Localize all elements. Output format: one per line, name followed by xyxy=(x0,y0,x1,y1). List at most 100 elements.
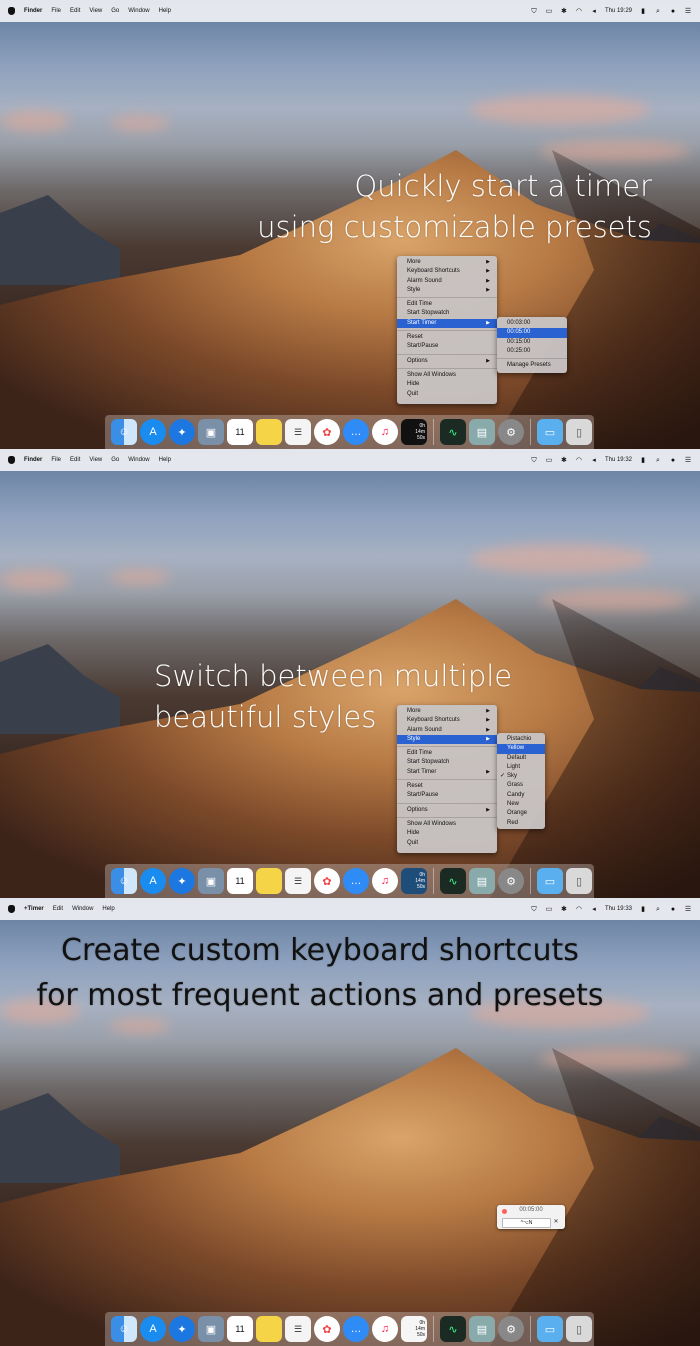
menu-item-style[interactable]: Style ▶ xyxy=(397,734,497,745)
battery-icon[interactable]: ▮ xyxy=(639,8,647,15)
notification-center-icon[interactable]: ☰ xyxy=(684,906,692,913)
activity-monitor-icon[interactable]: ∿ xyxy=(440,1316,466,1342)
messages-icon[interactable]: … xyxy=(343,868,369,894)
notification-center-icon[interactable]: ☰ xyxy=(684,8,692,15)
safari-icon[interactable]: ✦ xyxy=(169,419,195,445)
menu-item-options[interactable]: Options ▶ xyxy=(397,357,497,366)
safari-icon[interactable]: ✦ xyxy=(169,1316,195,1342)
menu-item-more[interactable]: More ▶ xyxy=(397,707,497,716)
activity-monitor-icon[interactable]: ∿ xyxy=(440,868,466,894)
siri-icon[interactable]: ● xyxy=(669,8,677,15)
menu-go[interactable]: Go xyxy=(111,457,119,463)
app-store-icon[interactable]: A xyxy=(140,419,166,445)
clock[interactable]: Thu 19:29 xyxy=(605,8,632,14)
menu-window[interactable]: Window xyxy=(128,457,149,463)
app-store-icon[interactable]: A xyxy=(140,868,166,894)
menu-item-start-pause[interactable]: Start/Pause xyxy=(397,791,497,800)
menu-view[interactable]: View xyxy=(89,457,102,463)
menu-item-show-all-windows[interactable]: Show All Windows xyxy=(397,820,497,829)
style-item[interactable]: Candy xyxy=(497,791,545,800)
preset-item[interactable]: 00:03:00 xyxy=(497,319,567,328)
preview-icon[interactable]: ▣ xyxy=(198,419,224,445)
menu-help[interactable]: Help xyxy=(159,457,171,463)
menu-item-keyboard-shortcuts[interactable]: Keyboard Shortcuts ▶ xyxy=(397,716,497,725)
menu-window[interactable]: Window xyxy=(72,906,93,912)
menu-file[interactable]: File xyxy=(51,8,61,14)
menu-edit[interactable]: Edit xyxy=(53,906,63,912)
airplay-icon[interactable]: ▭ xyxy=(545,8,553,15)
menu-item-show-all-windows[interactable]: Show All Windows xyxy=(397,371,497,380)
menu-item-start-timer[interactable]: Start Timer ▶ xyxy=(397,768,497,777)
itunes-icon[interactable]: ♫ xyxy=(372,419,398,445)
shield-icon[interactable]: ⛉ xyxy=(530,8,538,15)
style-item[interactable]: Default xyxy=(497,754,545,763)
shield-icon[interactable]: ⛉ xyxy=(530,906,538,913)
menu-edit[interactable]: Edit xyxy=(70,457,80,463)
style-item[interactable]: Grass xyxy=(497,781,545,790)
notes-icon[interactable] xyxy=(256,868,282,894)
battery-icon[interactable]: ▮ xyxy=(639,457,647,464)
timer-mini-window[interactable]: 00:05:00 ^⌥N ✕ xyxy=(497,1205,565,1229)
photos-icon[interactable]: ✿ xyxy=(314,868,340,894)
timer-app-icon[interactable]: 0h 14m 50s xyxy=(401,868,427,894)
apple-icon[interactable] xyxy=(8,7,15,15)
wifi-icon[interactable]: ◠ xyxy=(575,8,583,15)
shortcut-recorder-field[interactable]: ^⌥N xyxy=(502,1218,551,1228)
notes-icon[interactable] xyxy=(256,419,282,445)
trash-icon[interactable]: ▯ xyxy=(566,1316,592,1342)
menu-help[interactable]: Help xyxy=(102,906,114,912)
volume-icon[interactable]: ◂ xyxy=(590,8,598,15)
menu-item-style[interactable]: Style ▶ xyxy=(397,286,497,295)
menu-item-start-timer[interactable]: Start Timer ▶ xyxy=(397,318,497,329)
style-item[interactable]: Light xyxy=(497,763,545,772)
image-capture-icon[interactable]: ▤ xyxy=(469,419,495,445)
downloads-folder-icon[interactable]: ▭ xyxy=(537,1316,563,1342)
preview-icon[interactable]: ▣ xyxy=(198,1316,224,1342)
volume-icon[interactable]: ◂ xyxy=(590,906,598,913)
downloads-folder-icon[interactable]: ▭ xyxy=(537,419,563,445)
manage-presets-item[interactable]: Manage Presets xyxy=(497,361,567,370)
menu-edit[interactable]: Edit xyxy=(70,8,80,14)
apple-icon[interactable] xyxy=(8,905,15,913)
itunes-icon[interactable]: ♫ xyxy=(372,1316,398,1342)
finder-icon[interactable]: ☺ xyxy=(111,419,137,445)
photos-icon[interactable]: ✿ xyxy=(314,1316,340,1342)
preset-item[interactable]: 00:15:00 xyxy=(497,338,567,347)
menu-app-name[interactable]: Finder xyxy=(24,8,42,14)
style-item[interactable]: Red xyxy=(497,819,545,828)
reminders-icon[interactable]: ☰ xyxy=(285,868,311,894)
downloads-folder-icon[interactable]: ▭ xyxy=(537,868,563,894)
volume-icon[interactable]: ◂ xyxy=(590,457,598,464)
messages-icon[interactable]: … xyxy=(343,419,369,445)
safari-icon[interactable]: ✦ xyxy=(169,868,195,894)
clock[interactable]: Thu 19:33 xyxy=(605,906,632,912)
airplay-icon[interactable]: ▭ xyxy=(545,457,553,464)
reminders-icon[interactable]: ☰ xyxy=(285,419,311,445)
image-capture-icon[interactable]: ▤ xyxy=(469,868,495,894)
menu-view[interactable]: View xyxy=(89,8,102,14)
menu-item-start-stopwatch[interactable]: Start Stopwatch xyxy=(397,309,497,318)
menu-item-keyboard-shortcuts[interactable]: Keyboard Shortcuts ▶ xyxy=(397,267,497,276)
menu-item-start-stopwatch[interactable]: Start Stopwatch xyxy=(397,758,497,767)
messages-icon[interactable]: … xyxy=(343,1316,369,1342)
siri-icon[interactable]: ● xyxy=(669,906,677,913)
notes-icon[interactable] xyxy=(256,1316,282,1342)
timer-app-icon[interactable]: 0h 14m 50s xyxy=(401,419,427,445)
search-icon[interactable]: ⌕ xyxy=(654,8,662,15)
trash-icon[interactable]: ▯ xyxy=(566,419,592,445)
style-item[interactable]: Yellow xyxy=(497,744,545,754)
wifi-icon[interactable]: ◠ xyxy=(575,457,583,464)
preview-icon[interactable]: ▣ xyxy=(198,868,224,894)
menu-item-reset[interactable]: Reset xyxy=(397,333,497,342)
menu-item-start-pause[interactable]: Start/Pause xyxy=(397,342,497,351)
reminders-icon[interactable]: ☰ xyxy=(285,1316,311,1342)
finder-icon[interactable]: ☺ xyxy=(111,1316,137,1342)
apple-icon[interactable] xyxy=(8,456,15,464)
calendar-icon[interactable]: 11 xyxy=(227,419,253,445)
menu-item-alarm-sound[interactable]: Alarm Sound ▶ xyxy=(397,277,497,286)
calendar-icon[interactable]: 11 xyxy=(227,868,253,894)
menu-item-hide[interactable]: Hide xyxy=(397,380,497,389)
search-icon[interactable]: ⌕ xyxy=(654,457,662,464)
bluetooth-icon[interactable]: ✱ xyxy=(560,8,568,15)
menu-item-reset[interactable]: Reset xyxy=(397,782,497,791)
